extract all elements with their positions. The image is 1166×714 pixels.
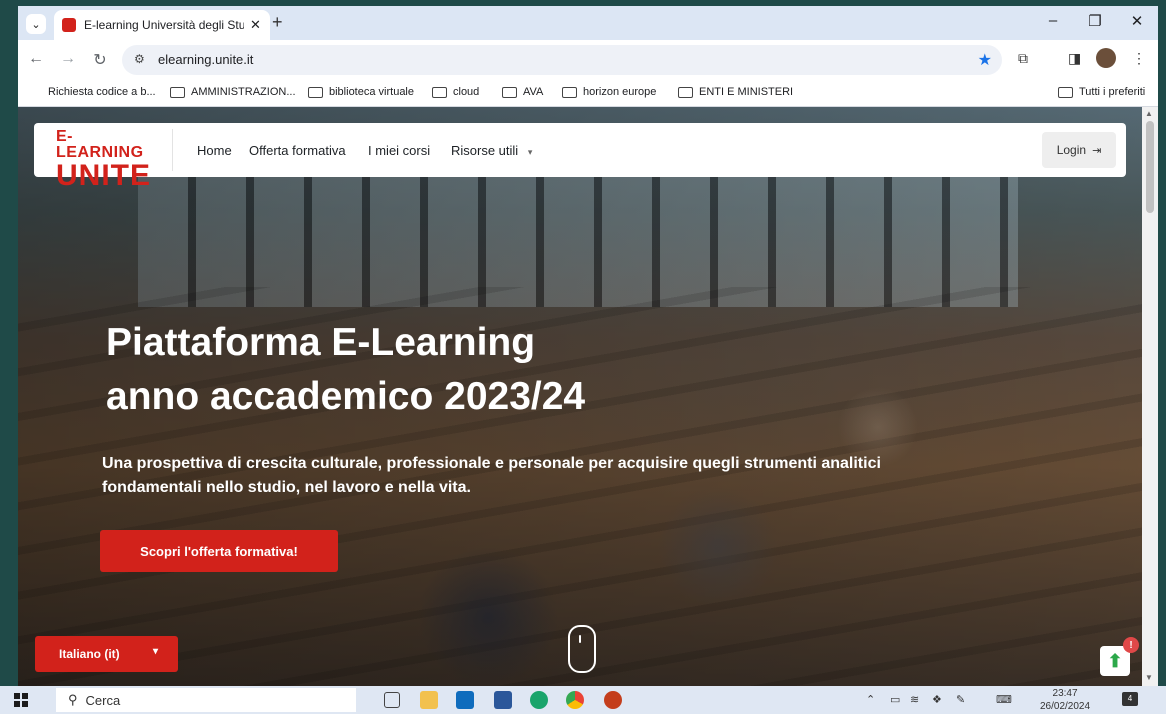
clock-date: 26/02/2024 — [1040, 701, 1091, 712]
scroll-thumb[interactable] — [1146, 121, 1154, 213]
nav-home[interactable]: Home — [197, 143, 232, 158]
taskbar-search-box[interactable]: ⚲ Cerca — [56, 688, 356, 712]
webpage: E-LEARNING UNITE Home Offerta formativa … — [18, 107, 1142, 686]
battery-icon[interactable]: ▭ — [890, 693, 900, 706]
logo-line2: UNITE — [56, 159, 151, 192]
extensions-icon[interactable]: ⧉ — [1018, 50, 1028, 67]
back-arrow-icon[interactable]: ← — [26, 50, 46, 68]
file-explorer-icon[interactable] — [420, 691, 438, 709]
language-selector[interactable]: Italiano (it) ▾ — [35, 636, 178, 672]
caret-down-icon: ▾ — [153, 646, 159, 657]
powerpoint-icon[interactable] — [604, 691, 622, 709]
tab-title: E-learning Università degli Stud — [84, 18, 244, 32]
minimize-button[interactable]: – — [1038, 12, 1068, 29]
taskbar-search-placeholder: Cerca — [85, 692, 121, 708]
tab-close-icon[interactable]: ✕ — [250, 17, 261, 33]
folder-icon — [432, 86, 447, 98]
logo-divider — [172, 129, 173, 171]
taskbar-clock[interactable]: 23:47 26/02/2024 — [1040, 687, 1090, 713]
unite-favicon-icon — [62, 18, 76, 32]
forward-arrow-icon[interactable]: → — [58, 50, 78, 68]
outlook-icon[interactable] — [456, 691, 474, 709]
folder-icon — [1058, 86, 1073, 98]
wifi-icon[interactable]: ≋ — [910, 693, 919, 706]
notification-center-icon[interactable]: 4 — [1122, 692, 1138, 706]
bookmark-item[interactable]: Richiesta codice a b... — [48, 86, 156, 98]
hero-subtitle: Una prospettiva di crescita culturale, p… — [102, 455, 881, 496]
tray-chevron-icon[interactable]: ⌃ — [866, 693, 875, 706]
logo-line1: E-LEARNING — [56, 128, 144, 161]
bookmark-folder[interactable]: AVA — [502, 86, 543, 98]
folder-icon — [678, 86, 693, 98]
nav-i-miei-corsi[interactable]: I miei corsi — [368, 143, 430, 158]
site-logo[interactable]: E-LEARNING UNITE — [56, 129, 156, 191]
side-panel-icon[interactable]: ◨ — [1068, 50, 1081, 67]
folder-icon — [170, 86, 185, 98]
chevron-down-icon: ⌄ — [31, 18, 41, 31]
address-bar[interactable]: ⚙ elearning.unite.it ★ — [122, 45, 1002, 75]
notification-badge: ! — [1123, 637, 1139, 653]
hero-title-line1: Piattaforma E-Learning — [106, 321, 536, 364]
restore-button[interactable]: ❐ — [1080, 12, 1110, 30]
cta-button[interactable]: Scopri l'offerta formativa! — [100, 530, 338, 572]
scroll-down-arrow-icon[interactable]: ▼ — [1145, 673, 1153, 682]
folder-icon — [308, 86, 323, 98]
mouse-wheel-mark — [579, 635, 581, 643]
scroll-up-arrow-icon[interactable]: ▲ — [1145, 109, 1153, 118]
bookmark-star-icon[interactable]: ★ — [978, 50, 992, 70]
edge-icon[interactable] — [530, 691, 548, 709]
bookmark-folder[interactable]: biblioteca virtuale — [308, 86, 414, 98]
task-view-icon[interactable] — [384, 692, 400, 708]
browser-window: ⌄ E-learning Università degli Stud ✕ + –… — [18, 6, 1158, 686]
site-info-icon[interactable]: ⚙ — [134, 52, 145, 66]
browser-toolbar: ← → ↻ ⚙ elearning.unite.it ★ ⧉ ◨ ⋮ — [18, 40, 1158, 80]
chrome-icon[interactable] — [566, 691, 584, 709]
pen-icon[interactable]: ✎ — [956, 693, 965, 706]
hero-title-line2: anno accademico 2023/24 — [106, 375, 586, 418]
nav-risorse-utili[interactable]: Risorse utili ▾ — [451, 143, 532, 158]
bookmark-folder[interactable]: horizon europe — [562, 86, 656, 98]
login-button[interactable]: Login ⇥ — [1042, 132, 1116, 168]
all-bookmarks-folder[interactable]: Tutti i preferiti — [1058, 86, 1145, 98]
page-scrollbar[interactable]: ▲ ▼ — [1142, 107, 1158, 686]
login-arrow-icon: ⇥ — [1092, 144, 1102, 157]
caret-down-icon: ▾ — [527, 147, 533, 157]
nav-offerta-formativa[interactable]: Offerta formativa — [249, 143, 346, 158]
folder-icon — [502, 86, 517, 98]
hero-title: Piattaforma E-Learning anno accademico 2… — [106, 316, 585, 424]
clock-time: 23:47 — [1052, 688, 1078, 699]
url-text[interactable]: elearning.unite.it — [158, 52, 253, 67]
menu-kebab-icon[interactable]: ⋮ — [1132, 50, 1146, 67]
keyboard-icon[interactable]: ⌨ — [996, 693, 1012, 706]
windows-start-icon[interactable] — [14, 693, 28, 707]
search-icon: ⚲ — [68, 692, 78, 707]
tab-strip: ⌄ E-learning Università degli Stud ✕ + –… — [18, 6, 1158, 40]
site-navbar: E-LEARNING UNITE Home Offerta formativa … — [34, 123, 1126, 191]
store-icon[interactable] — [494, 691, 512, 709]
profile-avatar[interactable] — [1096, 48, 1116, 68]
dropbox-icon[interactable]: ❖ — [932, 693, 942, 706]
bookmark-folder[interactable]: ENTI E MINISTERI — [678, 86, 793, 98]
tab-search-button[interactable]: ⌄ — [26, 14, 46, 34]
bookmarks-bar: Richiesta codice a b... AMMINISTRAZION..… — [18, 80, 1158, 107]
close-window-button[interactable]: ✕ — [1122, 12, 1152, 30]
scroll-down-mouse-icon[interactable] — [568, 625, 596, 673]
reload-icon[interactable]: ↻ — [90, 50, 110, 70]
bookmark-folder[interactable]: AMMINISTRAZION... — [170, 86, 296, 98]
tab-elearning[interactable]: E-learning Università degli Stud ✕ — [54, 10, 270, 40]
bookmark-folder[interactable]: cloud — [432, 86, 479, 98]
language-label: Italiano (it) — [59, 647, 120, 661]
windows-taskbar: ⚲ Cerca ⌃ ▭ ≋ ❖ ✎ ⌨ 23:47 26/02/2024 4 — [0, 686, 1166, 714]
folder-icon — [562, 86, 577, 98]
new-tab-button[interactable]: + — [272, 12, 283, 33]
